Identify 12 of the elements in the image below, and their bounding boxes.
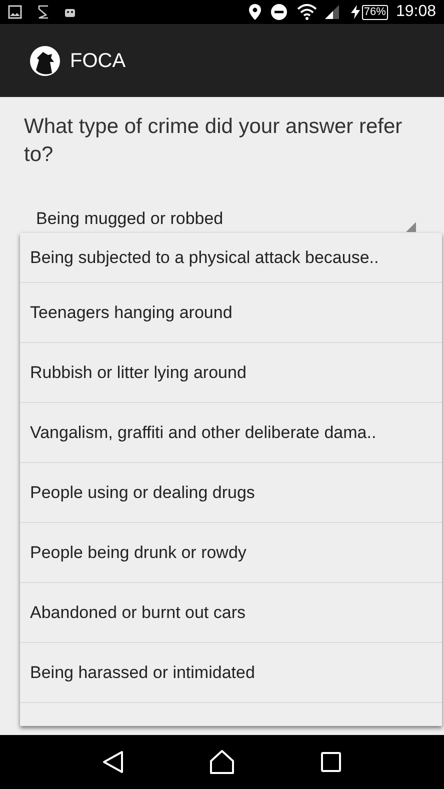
dropdown-option[interactable]: Being harassed or intimidated [20,643,442,703]
question-text: What type of crime did your answer refer to? [23,114,404,168]
dropdown-option[interactable]: Vangalism, graffiti and other deliberate dama.. [20,403,442,463]
clock: 19:08 [396,4,436,20]
battery-level: 76% [362,4,388,20]
dropdown-option[interactable]: Being subjected to a physical attack because.. [20,233,442,283]
dropdown-option[interactable]: Teenagers hanging around [20,283,442,343]
dropdown-option[interactable]: Rubbish or litter lying around [20,343,442,403]
app-title: FOCA [70,48,126,74]
dropdown-option[interactable]: People being drunk or rowdy [20,523,442,583]
dropdown-option[interactable]: People using or dealing drugs [20,463,442,523]
dropdown-option[interactable]: Abandoned or burnt out cars [20,583,442,643]
